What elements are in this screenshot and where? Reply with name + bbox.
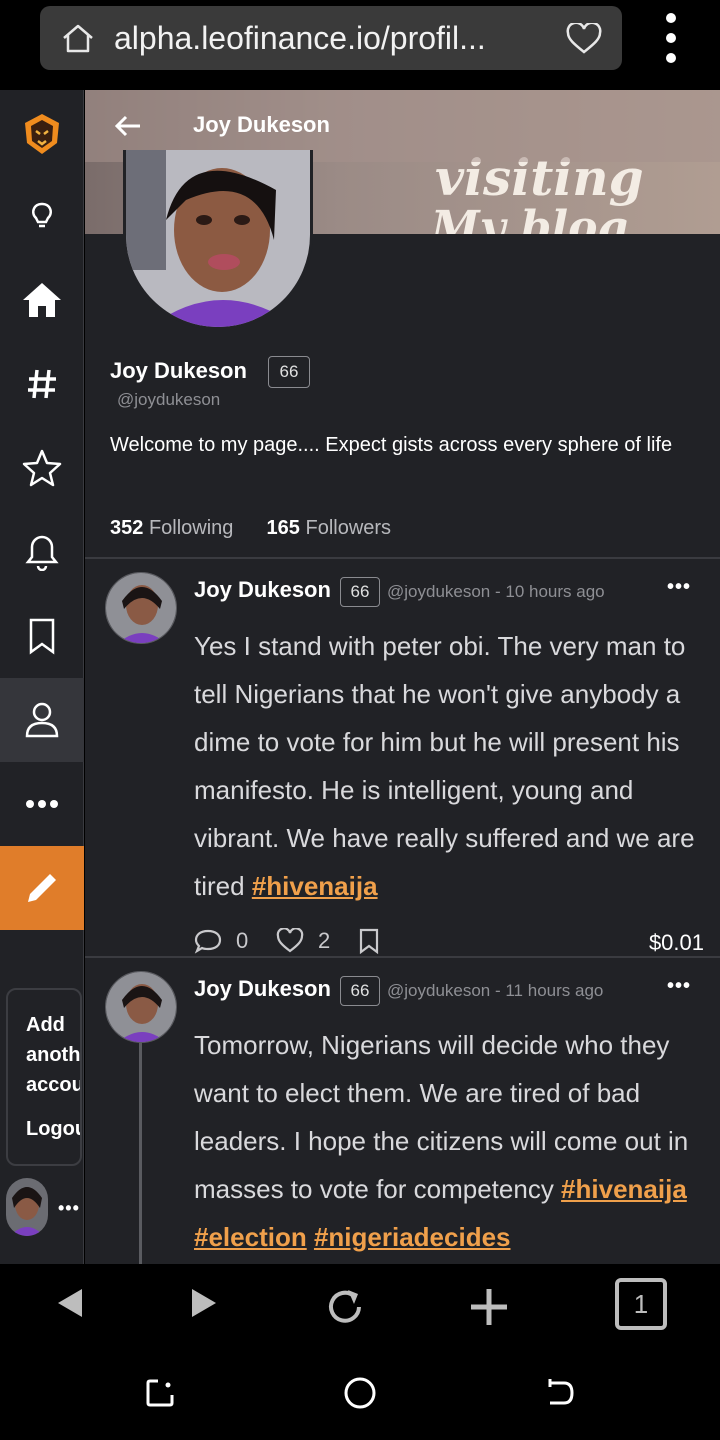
profile-name: Joy Dukeson	[110, 358, 247, 383]
home-icon[interactable]	[60, 22, 96, 54]
browser-bottom-bar: 1	[0, 1264, 720, 1348]
system-nav-bar	[0, 1348, 720, 1440]
post-meta: @joydukeson - 10 hours ago	[387, 582, 605, 601]
followers-count: 165	[266, 517, 300, 539]
pencil-icon[interactable]	[0, 846, 84, 930]
banner-decoration: My blog	[431, 202, 629, 234]
hashtag-link[interactable]: #nigeriadecides	[314, 1222, 511, 1252]
following-link[interactable]: 352 Following	[110, 517, 233, 539]
forward-icon[interactable]	[188, 1286, 220, 1320]
post-meta: @joydukeson - 11 hours ago	[387, 981, 604, 1000]
post-payout[interactable]: $0.01	[649, 930, 704, 956]
divider	[85, 956, 720, 958]
post-menu-icon[interactable]: •••	[667, 576, 691, 599]
post-author[interactable]: Joy Dukeson	[194, 577, 331, 603]
app-sidebar: Add another account Logout •••	[0, 90, 84, 1264]
post-text: Yes I stand with peter obi. The very man…	[194, 631, 695, 901]
reload-icon[interactable]	[324, 1286, 366, 1328]
followers-link[interactable]: 165 Followers	[267, 517, 392, 539]
post-item[interactable]: Joy Dukeson 66 @joydukeson - 11 hours ag…	[85, 959, 720, 1264]
heart-icon[interactable]	[566, 23, 602, 55]
comment-button[interactable]: 0	[194, 928, 248, 954]
main-content: visiting My blog Joy Dukeson Joy Dukeson…	[85, 90, 720, 1264]
more-icon[interactable]	[0, 762, 84, 846]
like-count: 2	[318, 928, 331, 953]
url-text[interactable]: alpha.leofinance.io/profil...	[114, 20, 554, 57]
home-icon[interactable]	[0, 258, 84, 342]
avatar[interactable]	[6, 1178, 48, 1236]
hashtag-link[interactable]: #hivenaija	[252, 871, 378, 901]
page-title: Joy Dukeson	[193, 112, 330, 137]
post-item[interactable]: Joy Dukeson 66 @joydukeson - 10 hours ag…	[85, 560, 720, 956]
reputation-badge: 66	[340, 577, 380, 607]
following-label: Following	[148, 517, 234, 539]
add-account-link[interactable]: Add another account	[26, 1010, 80, 1100]
account-more-icon[interactable]: •••	[58, 1198, 80, 1219]
logout-link[interactable]: Logout	[26, 1118, 80, 1141]
following-count: 352	[110, 517, 144, 539]
heart-icon	[276, 928, 304, 953]
recent-apps-icon[interactable]	[144, 1377, 176, 1409]
user-icon[interactable]	[0, 678, 84, 762]
reputation-badge: 66	[340, 976, 380, 1006]
thread-line	[139, 1043, 142, 1264]
comment-icon	[194, 929, 222, 954]
bookmark-icon	[359, 928, 379, 954]
post-avatar[interactable]	[105, 572, 177, 644]
browser-toolbar: alpha.leofinance.io/profil...	[0, 0, 720, 90]
address-bar[interactable]: alpha.leofinance.io/profil...	[40, 6, 622, 70]
hashtag-icon[interactable]	[0, 342, 84, 426]
back-arrow-icon[interactable]	[113, 112, 143, 140]
profile-stats: 352 Following 165 Followers	[110, 517, 391, 540]
followers-label: Followers	[305, 517, 392, 539]
back-icon[interactable]	[54, 1286, 86, 1320]
back-button-icon[interactable]	[544, 1377, 576, 1409]
hashtag-link[interactable]: #hivenaija	[561, 1174, 687, 1204]
like-button[interactable]: 2	[276, 928, 330, 954]
browser-menu-icon[interactable]	[658, 10, 684, 66]
hashtag-link[interactable]: #election	[194, 1222, 307, 1252]
profile-handle: @joydukeson	[117, 390, 221, 409]
bookmark-icon[interactable]	[0, 594, 84, 678]
profile-bio: Welcome to my page.... Expect gists acro…	[110, 434, 673, 456]
bookmark-button[interactable]	[358, 928, 380, 954]
post-menu-icon[interactable]: •••	[667, 975, 691, 998]
divider	[85, 557, 720, 559]
profile-avatar	[123, 150, 313, 330]
home-button-icon[interactable]	[342, 1375, 378, 1411]
star-icon[interactable]	[0, 426, 84, 510]
post-body[interactable]: Yes I stand with peter obi. The very man…	[194, 622, 704, 910]
comment-count: 0	[236, 928, 249, 953]
bulb-icon[interactable]	[0, 174, 84, 258]
post-avatar[interactable]	[105, 971, 177, 1043]
bell-icon[interactable]	[0, 510, 84, 594]
post-author[interactable]: Joy Dukeson	[194, 976, 331, 1002]
reputation-badge: 66	[268, 356, 310, 388]
tabs-button[interactable]: 1	[615, 1278, 667, 1330]
logo-icon[interactable]	[0, 92, 84, 176]
post-body[interactable]: Tomorrow, Nigerians will decide who they…	[194, 1021, 704, 1261]
account-switcher: Add another account Logout	[6, 988, 82, 1166]
new-tab-icon[interactable]	[468, 1286, 510, 1328]
